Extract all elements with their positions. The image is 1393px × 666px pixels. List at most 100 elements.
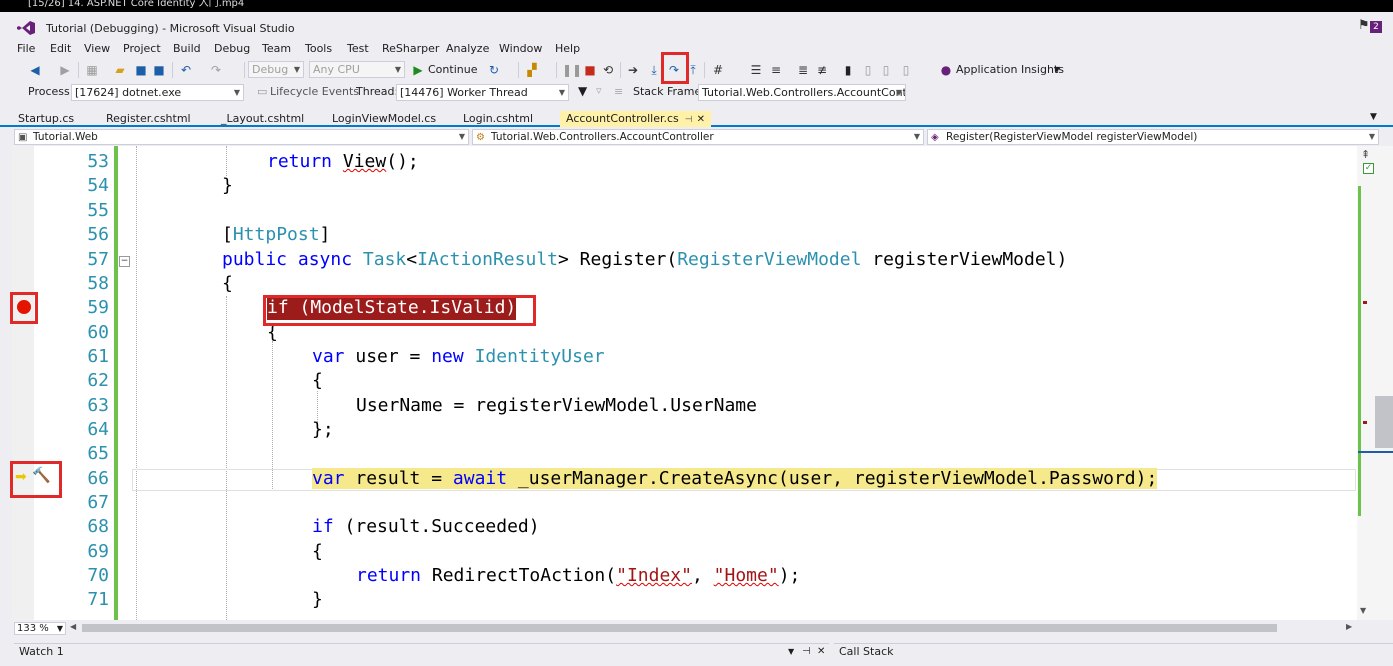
restart-icon[interactable]: ⟲ [601, 62, 615, 78]
flag-filter-icon[interactable]: ▿ [596, 84, 602, 97]
menu-project[interactable]: Project [123, 42, 161, 55]
code-line-66-current[interactable]: var result = await _userManager.CreateAs… [312, 467, 1158, 491]
application-insights-button[interactable]: Application Insights [956, 62, 1066, 78]
show-next-statement-icon[interactable]: ➔ [626, 62, 640, 78]
class-select[interactable]: ⚙ Tutorial.Web.Controllers.AccountControl… [472, 129, 924, 145]
watch-panel-header[interactable]: Watch 1 ▼ ⊣ ✕ [14, 643, 829, 659]
next-bookmark-icon[interactable]: ▯ [880, 62, 892, 78]
scroll-right-icon[interactable]: ▶ [1346, 622, 1352, 631]
line-number: 62 [87, 370, 109, 391]
panel-close-icon[interactable]: ✕ [817, 644, 825, 660]
chevron-down-icon: ▼ [233, 88, 240, 97]
menu-resharper[interactable]: ReSharper [382, 42, 439, 55]
open-file-icon[interactable]: ▰ [113, 62, 127, 78]
tab-layout-cshtml[interactable]: _Layout.cshtml [219, 111, 304, 127]
lifecycle-events-icon[interactable]: ▭ [257, 85, 267, 98]
filter-icon[interactable]: ▼ [578, 84, 587, 98]
back-icon[interactable]: ◀ [28, 62, 42, 78]
menu-analyze[interactable]: Analyze [446, 42, 489, 55]
redo-icon[interactable]: ↷ [208, 62, 224, 78]
scrollbar-thumb[interactable] [1375, 396, 1393, 448]
menu-build[interactable]: Build [173, 42, 201, 55]
uncomment-icon[interactable]: ≢ [815, 62, 829, 78]
zoom-select[interactable]: 133 % ▼ [14, 622, 66, 635]
prev-bookmark-icon[interactable]: ▯ [862, 62, 874, 78]
code-line-58[interactable]: { [222, 272, 233, 296]
code-line-71[interactable]: } [312, 588, 323, 612]
split-icon[interactable]: ⇞ [1361, 148, 1370, 161]
panel-pin-icon[interactable]: ⊣ [802, 644, 811, 660]
process-select[interactable]: [17624] dotnet.exe ▼ [71, 84, 244, 101]
close-icon[interactable]: ✕ [697, 114, 705, 125]
menu-window[interactable]: Window [499, 42, 542, 55]
hex-display-icon[interactable]: # [710, 62, 726, 78]
code-line-63[interactable]: UserName = registerViewModel.UserName [356, 394, 757, 418]
overview-marker [1363, 421, 1367, 424]
comment-icon[interactable]: ≣ [796, 62, 810, 78]
menu-debug[interactable]: Debug [214, 42, 250, 55]
line-number: 56 [87, 224, 109, 245]
scroll-left-icon[interactable]: ◀ [70, 622, 76, 631]
menu-tools[interactable]: Tools [305, 42, 332, 55]
save-icon[interactable]: ■ [134, 62, 148, 78]
code-line-70[interactable]: return RedirectToAction("Index", "Home")… [356, 564, 800, 588]
forward-icon[interactable]: ▶ [58, 62, 72, 78]
bookmark-icon[interactable]: ▮ [842, 62, 854, 78]
code-line-56[interactable]: [HttpPost] [222, 223, 330, 247]
stop-debugging-icon[interactable]: ■ [583, 62, 597, 78]
thread-select[interactable]: [14476] Worker Thread ▼ [396, 84, 569, 101]
refresh-icon[interactable]: ↻ [487, 62, 501, 78]
member-select[interactable]: ◈ Register(RegisterViewModel registerView… [927, 129, 1379, 145]
callstack-panel-header[interactable]: Call Stack [834, 643, 1393, 659]
menu-help[interactable]: Help [555, 42, 580, 55]
lifecycle-events-button[interactable]: Lifecycle Events [270, 85, 359, 98]
solution-configuration-select[interactable]: Debug ▼ [248, 61, 304, 78]
clear-bookmarks-icon[interactable]: ▯ [900, 62, 912, 78]
break-all-icon[interactable]: ❚❚ [562, 62, 582, 78]
new-project-icon[interactable]: ▦ [85, 62, 99, 78]
continue-icon[interactable]: ▶ [412, 62, 424, 78]
notification-flag-icon[interactable]: ⚑ [1358, 18, 1370, 33]
code-line-62[interactable]: { [312, 369, 323, 393]
stack-icon[interactable]: ≡ [768, 62, 784, 78]
code-editor[interactable]: 53 54 55 56 57 58 59 60 61 62 63 64 65 6… [12, 146, 1357, 620]
step-into-icon[interactable]: ⤓ [647, 62, 661, 78]
tab-login-cshtml[interactable]: Login.cshtml [461, 111, 533, 127]
vertical-scrollbar[interactable]: ⇞ ✓ ▼ [1357, 146, 1393, 620]
code-line-69[interactable]: { [312, 540, 323, 564]
chevron-down-icon[interactable]: ▼ [1052, 62, 1062, 78]
stack-frame-select[interactable]: Tutorial.Web.Controllers.AccountControll… [698, 84, 906, 101]
code-line-54[interactable]: } [222, 174, 233, 198]
panel-menu-icon[interactable]: ▼ [788, 644, 794, 660]
code-line-68[interactable]: if (result.Succeeded) [312, 515, 540, 539]
menu-edit[interactable]: Edit [50, 42, 71, 55]
menu-team[interactable]: Team [262, 42, 291, 55]
menu-test[interactable]: Test [347, 42, 369, 55]
save-all-icon[interactable]: ■ [152, 62, 166, 78]
tab-register-cshtml[interactable]: Register.cshtml [104, 111, 191, 127]
collapse-region-icon[interactable]: − [119, 256, 130, 267]
code-line-57[interactable]: public async Task<IActionResult> Registe… [222, 248, 1067, 272]
project-select[interactable]: ▣ Tutorial.Web ▼ [14, 129, 469, 145]
code-line-61[interactable]: var user = new IdentityUser [312, 345, 605, 369]
continue-button[interactable]: Continue [428, 62, 478, 78]
pin-icon[interactable]: ⊣ [685, 115, 693, 125]
diagnostics-icon[interactable]: ▞ [524, 62, 540, 78]
tab-loginviewmodel-cs[interactable]: LoginViewModel.cs [330, 111, 436, 127]
undo-icon[interactable]: ↶ [178, 62, 194, 78]
code-line-53[interactable]: return View(); [267, 150, 419, 174]
chevron-down-icon: ▼ [558, 88, 565, 97]
notifications[interactable]: ⚑ 2 [1358, 18, 1384, 34]
scroll-down-icon[interactable]: ▼ [1360, 606, 1366, 615]
tab-overflow-icon[interactable]: ▼ [1370, 112, 1377, 122]
threads-icon[interactable]: ☰ [748, 62, 764, 78]
tab-startup-cs[interactable]: Startup.cs [16, 111, 74, 127]
menu-view[interactable]: View [84, 42, 110, 55]
tab-accountcontroller-cs[interactable]: AccountController.cs ⊣ ✕ [560, 111, 712, 127]
code-line-64[interactable]: }; [312, 418, 334, 442]
hscroll-thumb[interactable] [82, 624, 1277, 632]
menu-file[interactable]: File [17, 42, 35, 55]
horizontal-scrollbar[interactable]: 133 % ▼ ◀ ▶ [12, 620, 1357, 636]
application-insights-icon[interactable]: ● [940, 62, 952, 78]
solution-platform-select[interactable]: Any CPU ▼ [309, 61, 405, 78]
